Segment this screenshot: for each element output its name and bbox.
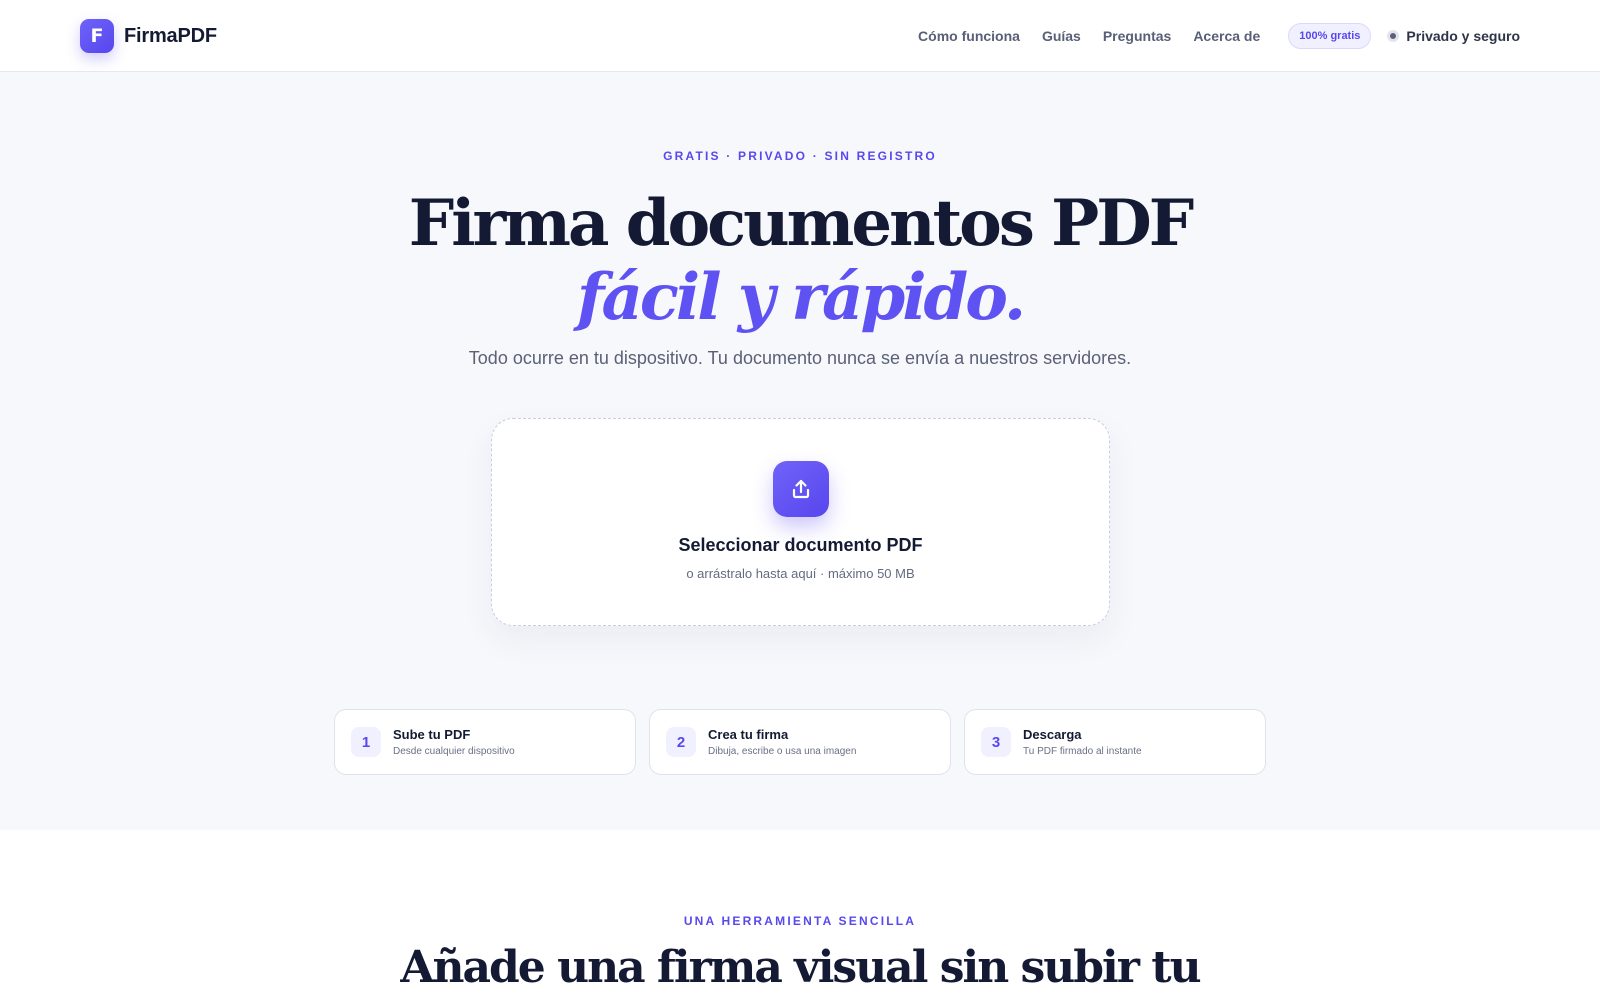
upload-button[interactable] xyxy=(773,461,829,517)
step-number: 1 xyxy=(351,727,381,757)
step-card-1: 1 Sube tu PDF Desde cualquier dispositiv… xyxy=(334,709,636,775)
upload-icon xyxy=(792,479,810,499)
step-title: Descarga xyxy=(1023,727,1082,742)
step-number: 3 xyxy=(981,727,1011,757)
features-section: UNA HERRAMIENTA SENCILLA Añade una firma… xyxy=(0,830,1600,1000)
step-title: Sube tu PDF xyxy=(393,727,471,742)
free-badge: 100% gratis xyxy=(1288,23,1372,49)
upload-subtitle: o arrástralo hasta aquí · máximo 50 MB xyxy=(686,566,915,581)
brand-name: FirmaPDF xyxy=(124,24,217,47)
step-number: 2 xyxy=(666,727,696,757)
hero-title-accent: fácil y rápido. xyxy=(576,260,1026,335)
pdf-dropzone[interactable]: Seleccionar documento PDF o arrástralo h… xyxy=(491,418,1110,626)
nav-link-guias[interactable]: Guías xyxy=(1042,28,1081,44)
main-nav: Cómo funciona Guías Preguntas Acerca de … xyxy=(918,22,1520,50)
nav-link-como-funciona[interactable]: Cómo funciona xyxy=(918,28,1020,44)
brand-logo[interactable]: F FirmaPDF xyxy=(80,19,217,53)
step-subtitle: Dibuja, escribe o usa una imagen xyxy=(708,746,857,757)
hero-title: Firma documentos PDF xyxy=(408,186,1194,261)
step-card-2: 2 Crea tu firma Dibuja, escribe o usa un… xyxy=(649,709,951,775)
step-card-3: 3 Descarga Tu PDF firmado al instante xyxy=(964,709,1266,775)
step-subtitle: Tu PDF firmado al instante xyxy=(1023,746,1142,757)
logo-icon: F xyxy=(80,19,114,53)
step-subtitle: Desde cualquier dispositivo xyxy=(393,746,515,757)
section-eyebrow: UNA HERRAMIENTA SENCILLA xyxy=(683,914,917,928)
site-header: F FirmaPDF Cómo funciona Guías Preguntas… xyxy=(0,0,1600,72)
privacy-indicator: Privado y seguro xyxy=(1387,28,1520,44)
nav-link-preguntas[interactable]: Preguntas xyxy=(1103,28,1171,44)
nav-link-acerca-de[interactable]: Acerca de xyxy=(1193,28,1260,44)
privacy-label: Privado y seguro xyxy=(1406,28,1520,44)
step-title: Crea tu firma xyxy=(708,727,789,742)
upload-title: Seleccionar documento PDF xyxy=(678,535,923,555)
steps-list: 1 Sube tu PDF Desde cualquier dispositiv… xyxy=(334,709,1266,775)
status-dot-icon xyxy=(1387,30,1400,42)
hero-eyebrow: GRATIS · PRIVADO · SIN REGISTRO xyxy=(663,149,937,163)
section-title: Añade una firma visual sin subir tu xyxy=(400,942,1201,993)
hero-subtitle: Todo ocurre en tu dispositivo. Tu docume… xyxy=(468,348,1132,368)
hero-section: GRATIS · PRIVADO · SIN REGISTRO Firma do… xyxy=(0,72,1600,830)
